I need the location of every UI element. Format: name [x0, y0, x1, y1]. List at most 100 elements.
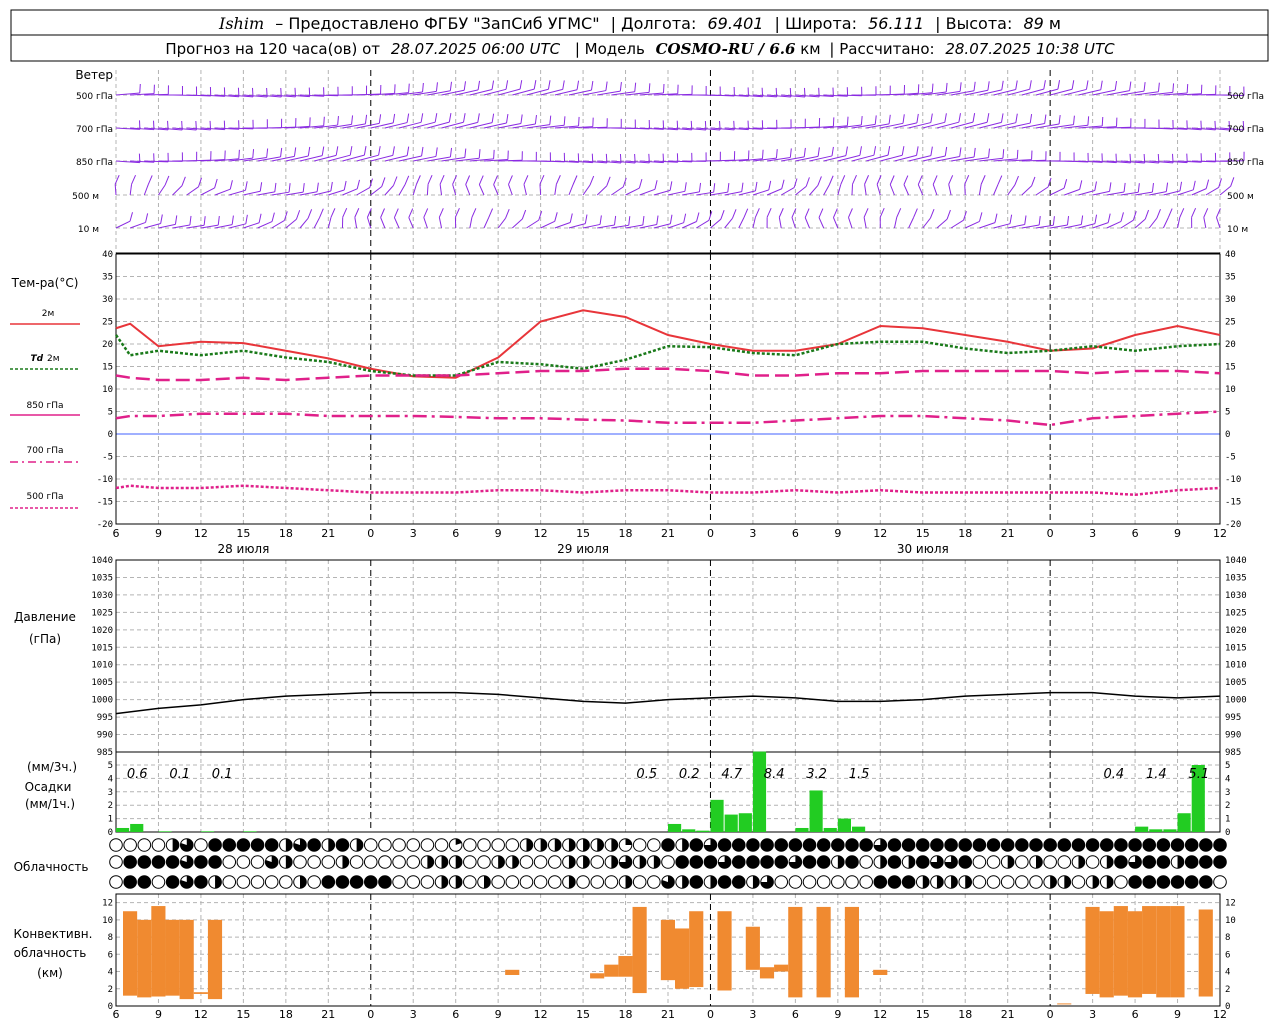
wind-barb-flag	[974, 148, 975, 157]
cloud-symbol-fill	[965, 876, 971, 889]
wind-barb-flag	[450, 148, 451, 157]
wind-barb-flag	[494, 150, 495, 159]
pressure-ytick-left: 985	[97, 748, 113, 758]
cloud-symbol-fill	[662, 839, 675, 852]
wind-title: Ветер	[75, 68, 113, 82]
convective-bar	[590, 973, 604, 978]
pressure-ytick-left: 1000	[91, 696, 113, 706]
wind-barb-shaft	[541, 221, 555, 228]
wind-barb-flag	[422, 147, 423, 156]
convective-bar	[137, 920, 151, 998]
temp-ytick-left: -5	[102, 453, 113, 463]
wind-barb-flag	[407, 114, 409, 123]
wind-barb-flag	[450, 82, 451, 91]
convective-time-tick: 18	[279, 1008, 293, 1021]
wind-barb-flag	[556, 175, 560, 184]
wind-barb-flag	[989, 149, 990, 158]
wind-barb-flag	[829, 176, 833, 185]
convective-bar	[1170, 906, 1184, 997]
wind-barb-flag	[685, 182, 686, 191]
wind-barb-flag	[806, 177, 809, 186]
cloud-symbol	[534, 876, 547, 889]
precip-amount-label: 0.5	[636, 767, 657, 782]
wind-barb-flag	[465, 149, 466, 158]
cloud-symbol-fill	[1171, 876, 1184, 889]
wind-barb-flag	[1180, 208, 1184, 217]
convective-ytick-left: 8	[108, 933, 113, 943]
wind-barb-flag	[421, 113, 423, 122]
convective-bar	[689, 911, 703, 987]
wind-barb-flag	[590, 176, 594, 185]
wind-barb-shaft	[1022, 186, 1032, 195]
wind-barb-flag	[1166, 183, 1167, 192]
cloud-symbol-fill	[286, 839, 292, 852]
cloud-symbol-fill	[959, 839, 972, 852]
cloud-symbol	[548, 856, 561, 869]
cloud-symbol-fill	[583, 839, 589, 852]
cloud-symbol	[152, 876, 165, 889]
convective-time-tick: 6	[452, 1008, 459, 1021]
wind-barb-flag	[331, 208, 335, 217]
cloud-symbol	[407, 856, 420, 869]
wind-barb-flag	[918, 176, 922, 185]
wind-barb-shaft	[158, 185, 165, 195]
wind-barb-flag	[655, 180, 657, 189]
cloud-symbol-fill	[803, 839, 816, 852]
legend-td-italic: Td	[30, 354, 43, 364]
cloud-symbol	[1072, 876, 1085, 889]
wind-barb-shaft	[424, 217, 428, 228]
wind-barb-shaft	[725, 218, 733, 228]
wind-barb-flag	[161, 215, 163, 224]
wind-barb-shaft	[466, 184, 470, 195]
precip-amount-label: 0.2	[679, 767, 700, 782]
wind-barb-flag	[478, 113, 480, 122]
precip-bar	[810, 790, 823, 832]
wind-barb-flag	[464, 81, 465, 90]
cloud-symbol	[308, 856, 321, 869]
wind-barb-shaft	[894, 217, 896, 228]
wind-barb-flag	[478, 81, 479, 90]
cloud-symbol-fill	[732, 856, 745, 869]
cloud-symbol	[1001, 876, 1014, 889]
wind-barb-flag	[1086, 80, 1088, 89]
pressure-ytick-right: 1035	[1225, 573, 1247, 583]
wind-barb-flag	[204, 216, 205, 225]
wind-barb-flag	[317, 183, 318, 192]
wind-barb-flag	[352, 115, 353, 124]
cloud-symbol-fill	[916, 839, 929, 852]
precip-unit-3h: (мм/3ч.)	[27, 760, 77, 774]
temp-ytick-right: 0	[1225, 430, 1230, 440]
wind-barb-flag	[489, 209, 493, 218]
convective-ytick-left: 4	[108, 968, 113, 978]
convective-bar	[788, 907, 802, 997]
wind-barb-shaft	[994, 185, 998, 195]
cloud-symbol-fill	[1178, 856, 1184, 869]
cloud-symbol	[110, 839, 123, 852]
wind-barb-flag	[439, 208, 443, 217]
wind-barb-shaft	[300, 218, 308, 228]
wind-barb-flag	[804, 148, 805, 157]
wind-barb-shaft	[187, 187, 199, 195]
panels: 40403535303025252020151510105500-5-5-10-…	[91, 70, 1246, 1021]
wind-barb-flag	[175, 215, 176, 224]
wind-barb-flag	[1187, 84, 1188, 93]
precip-bar	[1163, 829, 1176, 832]
cloud-symbol-fill	[789, 839, 802, 852]
wind-barb-flag	[281, 148, 282, 157]
temp-time-tick: 21	[321, 527, 335, 540]
provider: – Предоставлено ФГБУ "ЗапСиб УГМС"	[275, 14, 599, 33]
precip-unit-1h: (мм/1ч.)	[25, 797, 75, 811]
cloud-symbol-fill	[583, 856, 589, 869]
cloud-symbol	[1016, 856, 1029, 869]
convective-bar	[1128, 911, 1142, 997]
convective-bar	[194, 992, 208, 994]
wind-barb-flag	[472, 208, 476, 217]
wind-barb-flag	[405, 176, 409, 185]
wind-barb-flag	[1121, 212, 1123, 221]
cloud-symbol	[803, 876, 816, 889]
wind-barb-shaft	[810, 185, 818, 195]
wind-barb-flag	[865, 175, 869, 184]
wind-barb-shaft	[864, 217, 866, 228]
precip-ytick-left: 5	[108, 761, 113, 771]
cloud-symbol-fill	[1093, 876, 1099, 889]
